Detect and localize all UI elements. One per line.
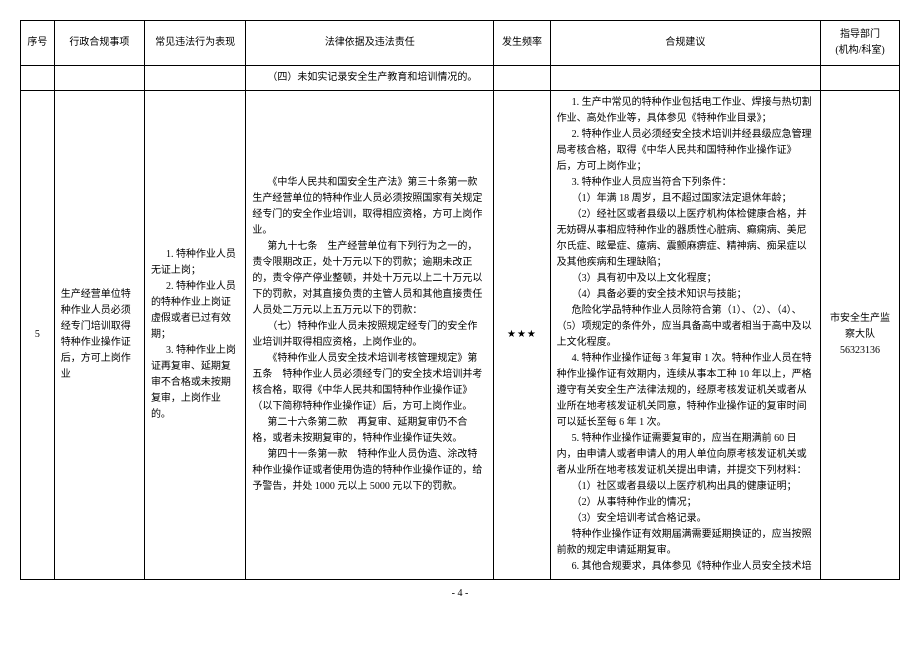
header-basis: 法律依据及违法责任 [246, 21, 494, 66]
header-dept: 指导部门 (机构/科室) [821, 21, 900, 66]
table-row-prev: （四）未如实记录安全生产教育和培训情况的。 [21, 66, 900, 91]
page-number: - 4 - [20, 588, 900, 599]
prev-seq [21, 66, 55, 91]
row5-basis: 《中华人民共和国安全生产法》第三十条第一款 生产经营单位的特种作业人员必须按照国… [246, 91, 494, 580]
prev-basis: （四）未如实记录安全生产教育和培训情况的。 [246, 66, 494, 91]
row5-advice-2: 2. 特种作业人员必须经安全技术培训并经县级应急管理局考核合格，取得《中华人民共… [557, 127, 814, 175]
row5-advice-12: （2）从事特种作业的情况； [557, 495, 814, 511]
header-dept-text: 指导部门 (机构/科室) [835, 29, 884, 56]
row5-violation: 1. 特种作业人员无证上岗； 2. 特种作业人员的特种作业上岗证虚假或者已过有效… [144, 91, 245, 580]
row5-freq: ★★★ [494, 91, 550, 580]
row5-violation-3: 3. 特种作业上岗证再复审、延期复审不合格或未按期复审，上岗作业的。 [151, 343, 239, 423]
header-seq: 序号 [21, 21, 55, 66]
row5-basis-5: 第二十六条第二款 再复审、延期复审仍不合格，或者未按期复审的，特种作业操作证失效… [252, 415, 487, 447]
row5-advice-9: 4. 特种作业操作证每 3 年复审 1 次。特种作业人员在特种作业操作证有效期内… [557, 351, 814, 431]
row5-advice-1: 1. 生产中常见的特种作业包括电工作业、焊接与热切割作业、高处作业等，具体参见《… [557, 95, 814, 127]
row5-basis-1: 《中华人民共和国安全生产法》第三十条第一款 生产经营单位的特种作业人员必须按照国… [252, 175, 487, 239]
row5-violation-1: 1. 特种作业人员无证上岗； [151, 247, 239, 279]
row5-advice-3: 3. 特种作业人员应当符合下列条件： [557, 175, 814, 191]
prev-violation [144, 66, 245, 91]
row5-basis-4: 《特种作业人员安全技术培训考核管理规定》第五条 特种作业人员必须经专门的安全技术… [252, 351, 487, 415]
row5-basis-2: 第九十七条 生产经营单位有下列行为之一的，责令限期改正，处十万元以下的罚款；逾期… [252, 239, 487, 319]
prev-matter [54, 66, 144, 91]
table-header: 序号 行政合规事项 常见违法行为表现 法律依据及违法责任 发生频率 合规建议 指… [21, 21, 900, 66]
row5-advice-14: 特种作业操作证有效期届满需要延期换证的，应当按照前款的规定申请延期复审。 [557, 527, 814, 559]
row5-advice-8: 危险化学品特种作业人员除符合第（1）、（2）、（4）、（5）项规定的条件外，应当… [557, 303, 814, 351]
row5-dept: 市安全生产监察大队 56323136 [821, 91, 900, 580]
compliance-table: 序号 行政合规事项 常见违法行为表现 法律依据及违法责任 发生频率 合规建议 指… [20, 20, 900, 580]
prev-basis-text: （四）未如实记录安全生产教育和培训情况的。 [252, 70, 487, 86]
header-matter: 行政合规事项 [54, 21, 144, 66]
row5-violation-2: 2. 特种作业人员的特种作业上岗证虚假或者已过有效期； [151, 279, 239, 343]
header-advice: 合规建议 [550, 21, 820, 66]
row5-advice-15: 6. 其他合规要求，具体参见《特种作业人员安全技术培 [557, 559, 814, 575]
row5-advice-5: （2）经社区或者县级以上医疗机构体检健康合格，并无妨碍从事相应特种作业的器质性心… [557, 207, 814, 271]
prev-freq [494, 66, 550, 91]
prev-advice [550, 66, 820, 91]
row5-advice-10: 5. 特种作业操作证需要复审的，应当在期满前 60 日内，由申请人或者申请人的用… [557, 431, 814, 479]
row5-basis-6: 第四十一条第一款 特种作业人员伪造、涂改特种作业操作证或者使用伪造的特种作业操作… [252, 447, 487, 495]
row5-advice-13: （3）安全培训考试合格记录。 [557, 511, 814, 527]
prev-dept [821, 66, 900, 91]
header-violation: 常见违法行为表现 [144, 21, 245, 66]
row5-seq: 5 [21, 91, 55, 580]
row5-advice-7: （4）具备必要的安全技术知识与技能； [557, 287, 814, 303]
row5-advice-6: （3）具有初中及以上文化程度； [557, 271, 814, 287]
row5-matter: 生产经营单位特种作业人员必须经专门培训取得特种作业操作证后，方可上岗作业 [54, 91, 144, 580]
row5-dept-phone: 56323136 [827, 343, 893, 359]
row5-dept-name: 市安全生产监察大队 [827, 311, 893, 343]
row5-matter-text: 生产经营单位特种作业人员必须经专门培训取得特种作业操作证后，方可上岗作业 [61, 289, 131, 380]
row5-advice: 1. 生产中常见的特种作业包括电工作业、焊接与热切割作业、高处作业等，具体参见《… [550, 91, 820, 580]
row5-basis-3: （七）特种作业人员未按照规定经专门的安全作业培训并取得相应资格，上岗作业的。 [252, 319, 487, 351]
row5-advice-11: （1）社区或者县级以上医疗机构出具的健康证明； [557, 479, 814, 495]
header-freq: 发生频率 [494, 21, 550, 66]
row5-advice-4: （1）年满 18 周岁，且不超过国家法定退休年龄； [557, 191, 814, 207]
table-row-5: 5 生产经营单位特种作业人员必须经专门培训取得特种作业操作证后，方可上岗作业 1… [21, 91, 900, 580]
